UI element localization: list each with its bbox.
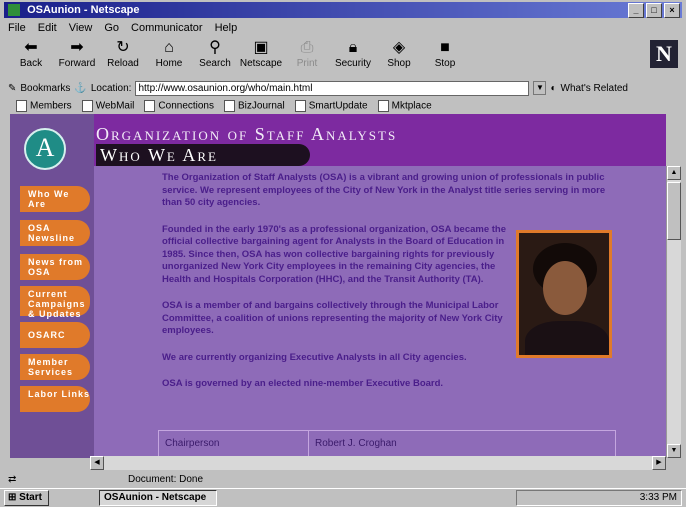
menu-help[interactable]: Help [215, 22, 238, 34]
home-icon: ⌂ [164, 39, 174, 56]
personal-link-connections[interactable]: Connections [144, 100, 214, 112]
paragraph: Founded in the early 1970's as a profess… [162, 223, 507, 285]
personal-link-webmail[interactable]: WebMail [81, 100, 134, 112]
menu-edit[interactable]: Edit [38, 22, 57, 34]
paragraph: The Organization of Staff Analysts (OSA)… [162, 172, 606, 208]
search-icon: ⚲ [209, 39, 221, 56]
table-cell-name: Robert J. Croghan [315, 438, 397, 449]
windows-icon: ⊞ [8, 492, 17, 503]
page-icon [144, 100, 156, 112]
url-input[interactable]: http://www.osaunion.org/who/main.html [135, 80, 530, 96]
nav-labor-links[interactable]: Labor Links [20, 386, 90, 412]
status-bar: ⇄ Document: Done [8, 472, 680, 486]
scroll-left-button[interactable]: ◀ [90, 456, 104, 470]
member-photo [516, 230, 612, 358]
menu-communicator[interactable]: Communicator [131, 22, 203, 34]
nav-osa-newsline[interactable]: OSA Newsline [20, 220, 90, 246]
forward-button[interactable]: ➡ Forward [54, 38, 100, 76]
url-dropdown-button[interactable]: ▼ [533, 81, 547, 95]
lock-icon: 🔒︎ [348, 39, 358, 56]
home-button[interactable]: ⌂ Home [146, 38, 192, 76]
page-icon [294, 100, 306, 112]
navigation-toolbar: ⬅ Back ➡ Forward ↻ Reload ⌂ Home ⚲ Search ▣ Ne… [8, 38, 648, 76]
location-label: Location: [90, 82, 132, 94]
personal-link-mktplace[interactable]: Mktplace [377, 100, 432, 112]
minimize-button[interactable]: _ [628, 3, 644, 18]
site-sidebar: A Who We Are OSA Newsline News from OSA … [10, 114, 94, 458]
page-icon [377, 100, 389, 112]
nav-member-services[interactable]: Member Services [20, 354, 90, 380]
start-button[interactable]: ⊞ Start [4, 490, 49, 506]
whats-related-button[interactable]: What's Related [561, 83, 629, 94]
taskbar: ⊞ Start OSAunion - Netscape 3:33 PM [0, 488, 686, 507]
browser-window: OSAunion - Netscape _ □ × File Edit View… [0, 0, 686, 507]
scroll-thumb[interactable] [667, 182, 681, 240]
page-content: A Who We Are OSA Newsline News from OSA … [10, 114, 666, 458]
nav-who-we-are[interactable]: Who We Are [20, 186, 90, 212]
window-title: OSAunion - Netscape [27, 4, 140, 16]
clock: 3:33 PM [639, 492, 677, 503]
personal-toolbar: Members WebMail Connections BizJournal S… [16, 98, 432, 114]
executive-board-table: Chairperson Robert J. Croghan [158, 430, 616, 458]
taskbar-item-netscape[interactable]: OSAunion - Netscape [99, 490, 217, 506]
page-icon [81, 100, 93, 112]
paragraph: OSA is governed by an elected nine-membe… [162, 378, 444, 389]
personal-link-smartupdate[interactable]: SmartUpdate [294, 100, 368, 112]
menu-file[interactable]: File [8, 22, 26, 34]
nav-news-from-osa[interactable]: News from OSA [20, 254, 90, 280]
page-icon [16, 100, 27, 112]
nav-osarc[interactable]: OSARC [20, 322, 90, 348]
netscape-button[interactable]: ▣ Netscape [238, 38, 284, 76]
org-title: Organization of Staff Analysts [96, 124, 398, 144]
scroll-right-button[interactable]: ▶ [652, 456, 666, 470]
personal-link-bizjournal[interactable]: BizJournal [224, 100, 285, 112]
table-cell-role: Chairperson [159, 431, 309, 457]
system-tray: 3:33 PM [516, 490, 682, 506]
menu-go[interactable]: Go [104, 22, 119, 34]
bookmark-icon: ✎ [8, 82, 17, 94]
netscape-window-icon [8, 4, 20, 16]
print-icon: ⎙ [300, 39, 314, 56]
vertical-scrollbar[interactable]: ▲ ▼ [666, 166, 681, 458]
nav-current-campaigns[interactable]: Current Campaigns & Updates [20, 286, 90, 319]
whats-related-icon: ◐ [550, 82, 557, 94]
back-arrow-icon: ⬅ [24, 39, 38, 56]
bag-icon: ◈ [392, 39, 406, 56]
location-icon: ⚓ [74, 82, 87, 94]
forward-arrow-icon: ➡ [70, 39, 84, 56]
netscape-logo[interactable]: N [650, 40, 678, 68]
stop-button[interactable]: ■ Stop [422, 38, 468, 76]
connection-icon: ⇄ [8, 473, 17, 485]
menu-bar: File Edit View Go Communicator Help [8, 20, 237, 36]
paragraph: OSA is a member of and bargains collecti… [162, 300, 503, 336]
netscape-icon: ▣ [253, 39, 269, 56]
close-button[interactable]: × [664, 3, 680, 18]
horizontal-scrollbar[interactable]: ◀ ▶ [90, 456, 666, 470]
print-button[interactable]: ⎙ Print [284, 38, 330, 76]
page-title: Who We Are [96, 144, 310, 166]
page-icon [224, 100, 235, 112]
location-bar: ✎ Bookmarks ⚓ Location: http://www.osaun… [8, 80, 678, 96]
bookmarks-button[interactable]: Bookmarks [20, 83, 70, 94]
security-button[interactable]: 🔒︎ Security [330, 38, 376, 76]
shop-button[interactable]: ◈ Shop [376, 38, 422, 76]
reload-button[interactable]: ↻ Reload [100, 38, 146, 76]
maximize-button[interactable]: □ [646, 3, 662, 18]
scroll-down-button[interactable]: ▼ [667, 444, 681, 458]
back-button[interactable]: ⬅ Back [8, 38, 54, 76]
menu-view[interactable]: View [69, 22, 93, 34]
status-text: Document: Done [128, 473, 204, 485]
scroll-up-button[interactable]: ▲ [667, 166, 681, 180]
personal-link-members[interactable]: Members [16, 100, 72, 112]
reload-icon: ↻ [116, 39, 130, 56]
title-bar: OSAunion - Netscape _ □ × [4, 2, 682, 18]
osa-logo[interactable]: A [24, 128, 66, 170]
search-button[interactable]: ⚲ Search [192, 38, 238, 76]
stop-icon: ■ [440, 39, 450, 56]
